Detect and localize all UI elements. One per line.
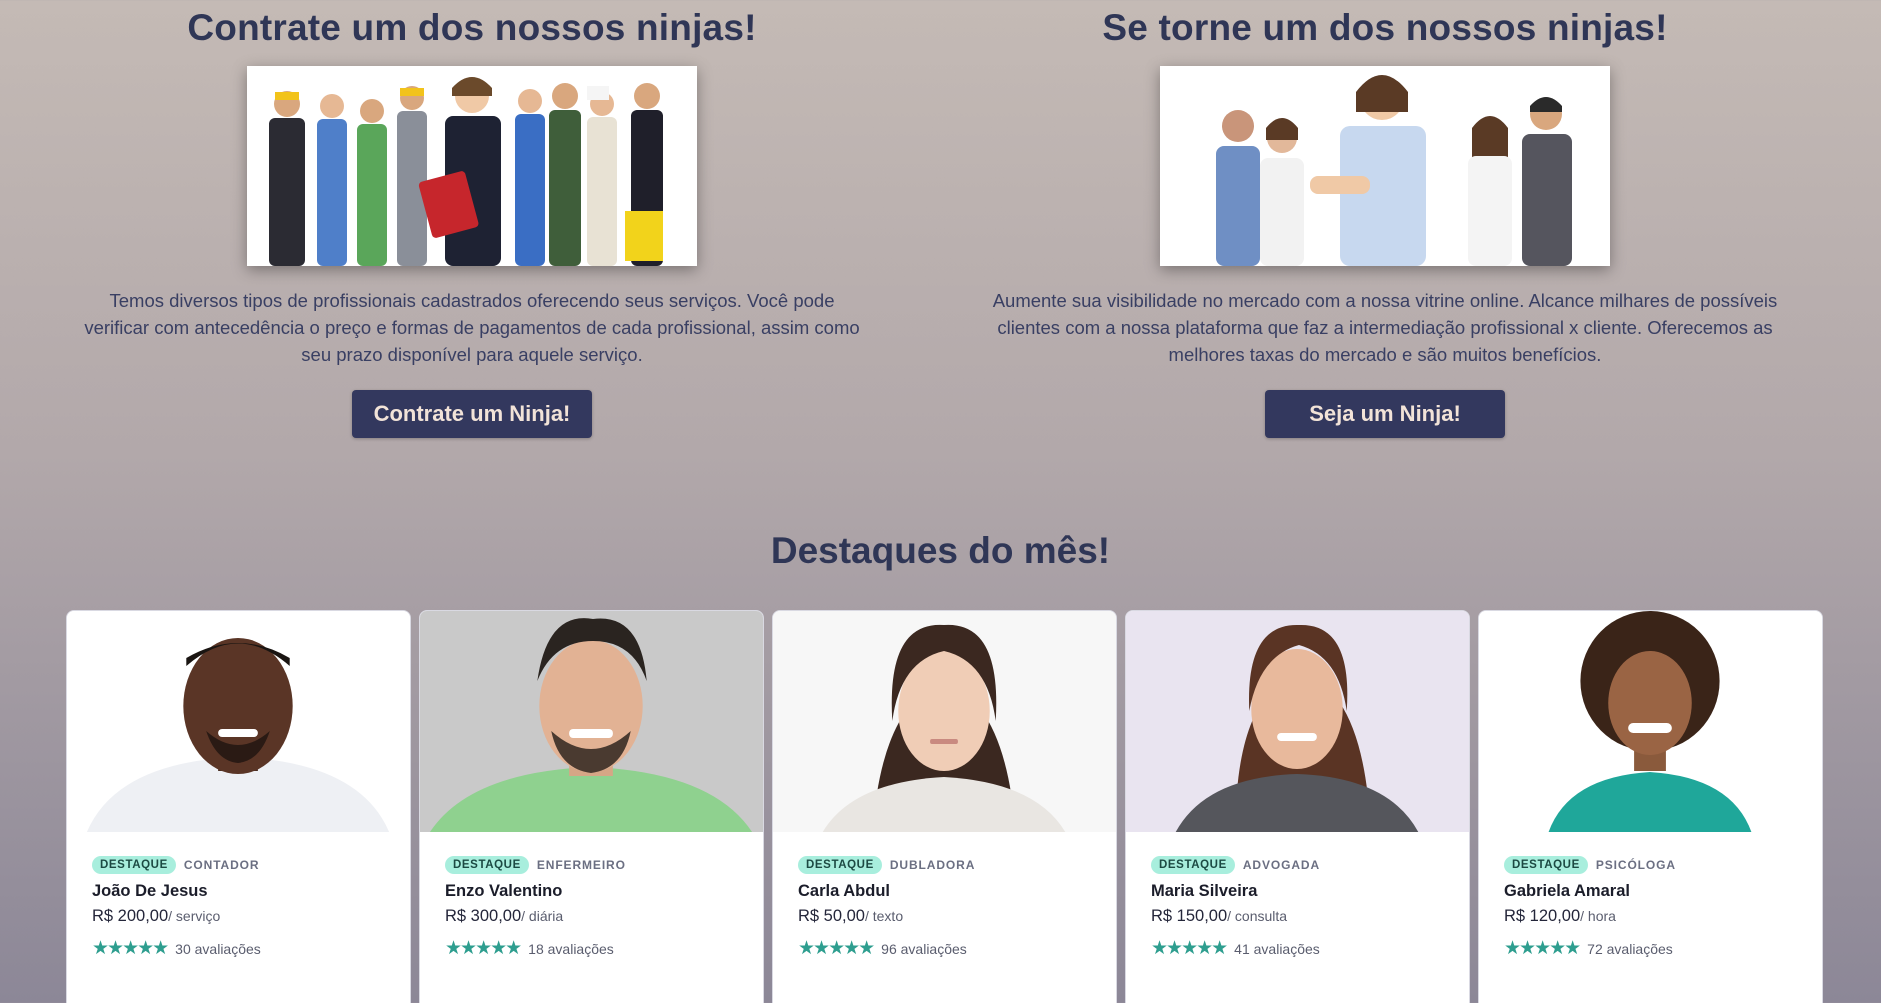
- star-rating-icon: ★★★★★: [1151, 938, 1228, 959]
- join-hero-image: [1160, 66, 1610, 266]
- professional-name: João De Jesus: [92, 882, 208, 900]
- price: R$ 50,00: [798, 907, 865, 925]
- price-unit: / serviço: [168, 908, 221, 924]
- price: R$ 120,00: [1504, 907, 1581, 925]
- join-title: Se torne um dos nossos ninjas!: [1102, 7, 1668, 48]
- join-section: Se torne um dos nossos ninjas! Aumente s…: [985, 0, 1785, 438]
- hire-description: Temos diversos tipos de profissionais ca…: [84, 290, 860, 365]
- highlight-badge: DESTAQUE: [1151, 856, 1235, 874]
- professional-photo: [773, 611, 1116, 832]
- highlights-title: Destaques do mês!: [770, 530, 1111, 571]
- professional-name: Gabriela Amaral: [1504, 882, 1630, 900]
- professional-card[interactable]: DESTAQUE ENFERMEIRO Enzo Valentino R$ 30…: [419, 610, 764, 1003]
- professional-photo: [1126, 611, 1469, 832]
- review-count: 41 avaliações: [1234, 941, 1320, 957]
- star-rating-icon: ★★★★★: [445, 938, 522, 959]
- hire-title: Contrate um dos nossos ninjas!: [187, 7, 757, 48]
- hire-hero-image: [247, 66, 697, 266]
- professional-card[interactable]: DESTAQUE DUBLADORA Carla Abdul R$ 50,00/…: [772, 610, 1117, 1003]
- highlights-cards: DESTAQUE CONTADOR João De Jesus R$ 200,0…: [66, 610, 1823, 1003]
- profession-label: DUBLADORA: [889, 858, 976, 872]
- highlight-badge: DESTAQUE: [445, 856, 529, 874]
- review-count: 18 avaliações: [528, 941, 614, 957]
- professional-name: Enzo Valentino: [445, 882, 563, 900]
- profession-label: ENFERMEIRO: [536, 858, 626, 872]
- professional-photo: [420, 611, 763, 832]
- professional-card[interactable]: DESTAQUE CONTADOR João De Jesus R$ 200,0…: [66, 610, 411, 1003]
- price-unit: / diária: [521, 908, 564, 924]
- profession-label: ADVOGADA: [1242, 858, 1321, 872]
- join-ninja-button[interactable]: Seja um Ninja!: [1265, 390, 1505, 438]
- professional-name: Maria Silveira: [1151, 882, 1258, 900]
- price-unit: / consulta: [1227, 908, 1288, 924]
- hire-ninja-button[interactable]: Contrate um Ninja!: [352, 390, 592, 438]
- profession-label: CONTADOR: [183, 858, 260, 872]
- professional-card[interactable]: DESTAQUE PSICÓLOGA Gabriela Amaral R$ 12…: [1478, 610, 1823, 1003]
- price-unit: / texto: [864, 908, 904, 924]
- price-unit: / hora: [1580, 908, 1616, 924]
- review-count: 30 avaliações: [175, 941, 261, 957]
- highlight-badge: DESTAQUE: [1504, 856, 1588, 874]
- review-count: 96 avaliações: [881, 941, 967, 957]
- star-rating-icon: ★★★★★: [92, 938, 169, 959]
- join-description: Aumente sua visibilidade no mercado com …: [992, 290, 1778, 365]
- professional-photo: [1479, 611, 1822, 832]
- professional-card[interactable]: DESTAQUE ADVOGADA Maria Silveira R$ 150,…: [1125, 610, 1470, 1003]
- profession-label: PSICÓLOGA: [1595, 858, 1676, 872]
- professional-name: Carla Abdul: [798, 882, 890, 900]
- price: R$ 300,00: [445, 907, 522, 925]
- highlight-badge: DESTAQUE: [92, 856, 176, 874]
- star-rating-icon: ★★★★★: [1504, 938, 1581, 959]
- price: R$ 150,00: [1151, 907, 1228, 925]
- price: R$ 200,00: [92, 907, 169, 925]
- highlight-badge: DESTAQUE: [798, 856, 882, 874]
- review-count: 72 avaliações: [1587, 941, 1673, 957]
- professional-photo: [67, 611, 410, 832]
- star-rating-icon: ★★★★★: [798, 938, 875, 959]
- hire-section: Contrate um dos nossos ninjas! Temos div…: [72, 0, 872, 438]
